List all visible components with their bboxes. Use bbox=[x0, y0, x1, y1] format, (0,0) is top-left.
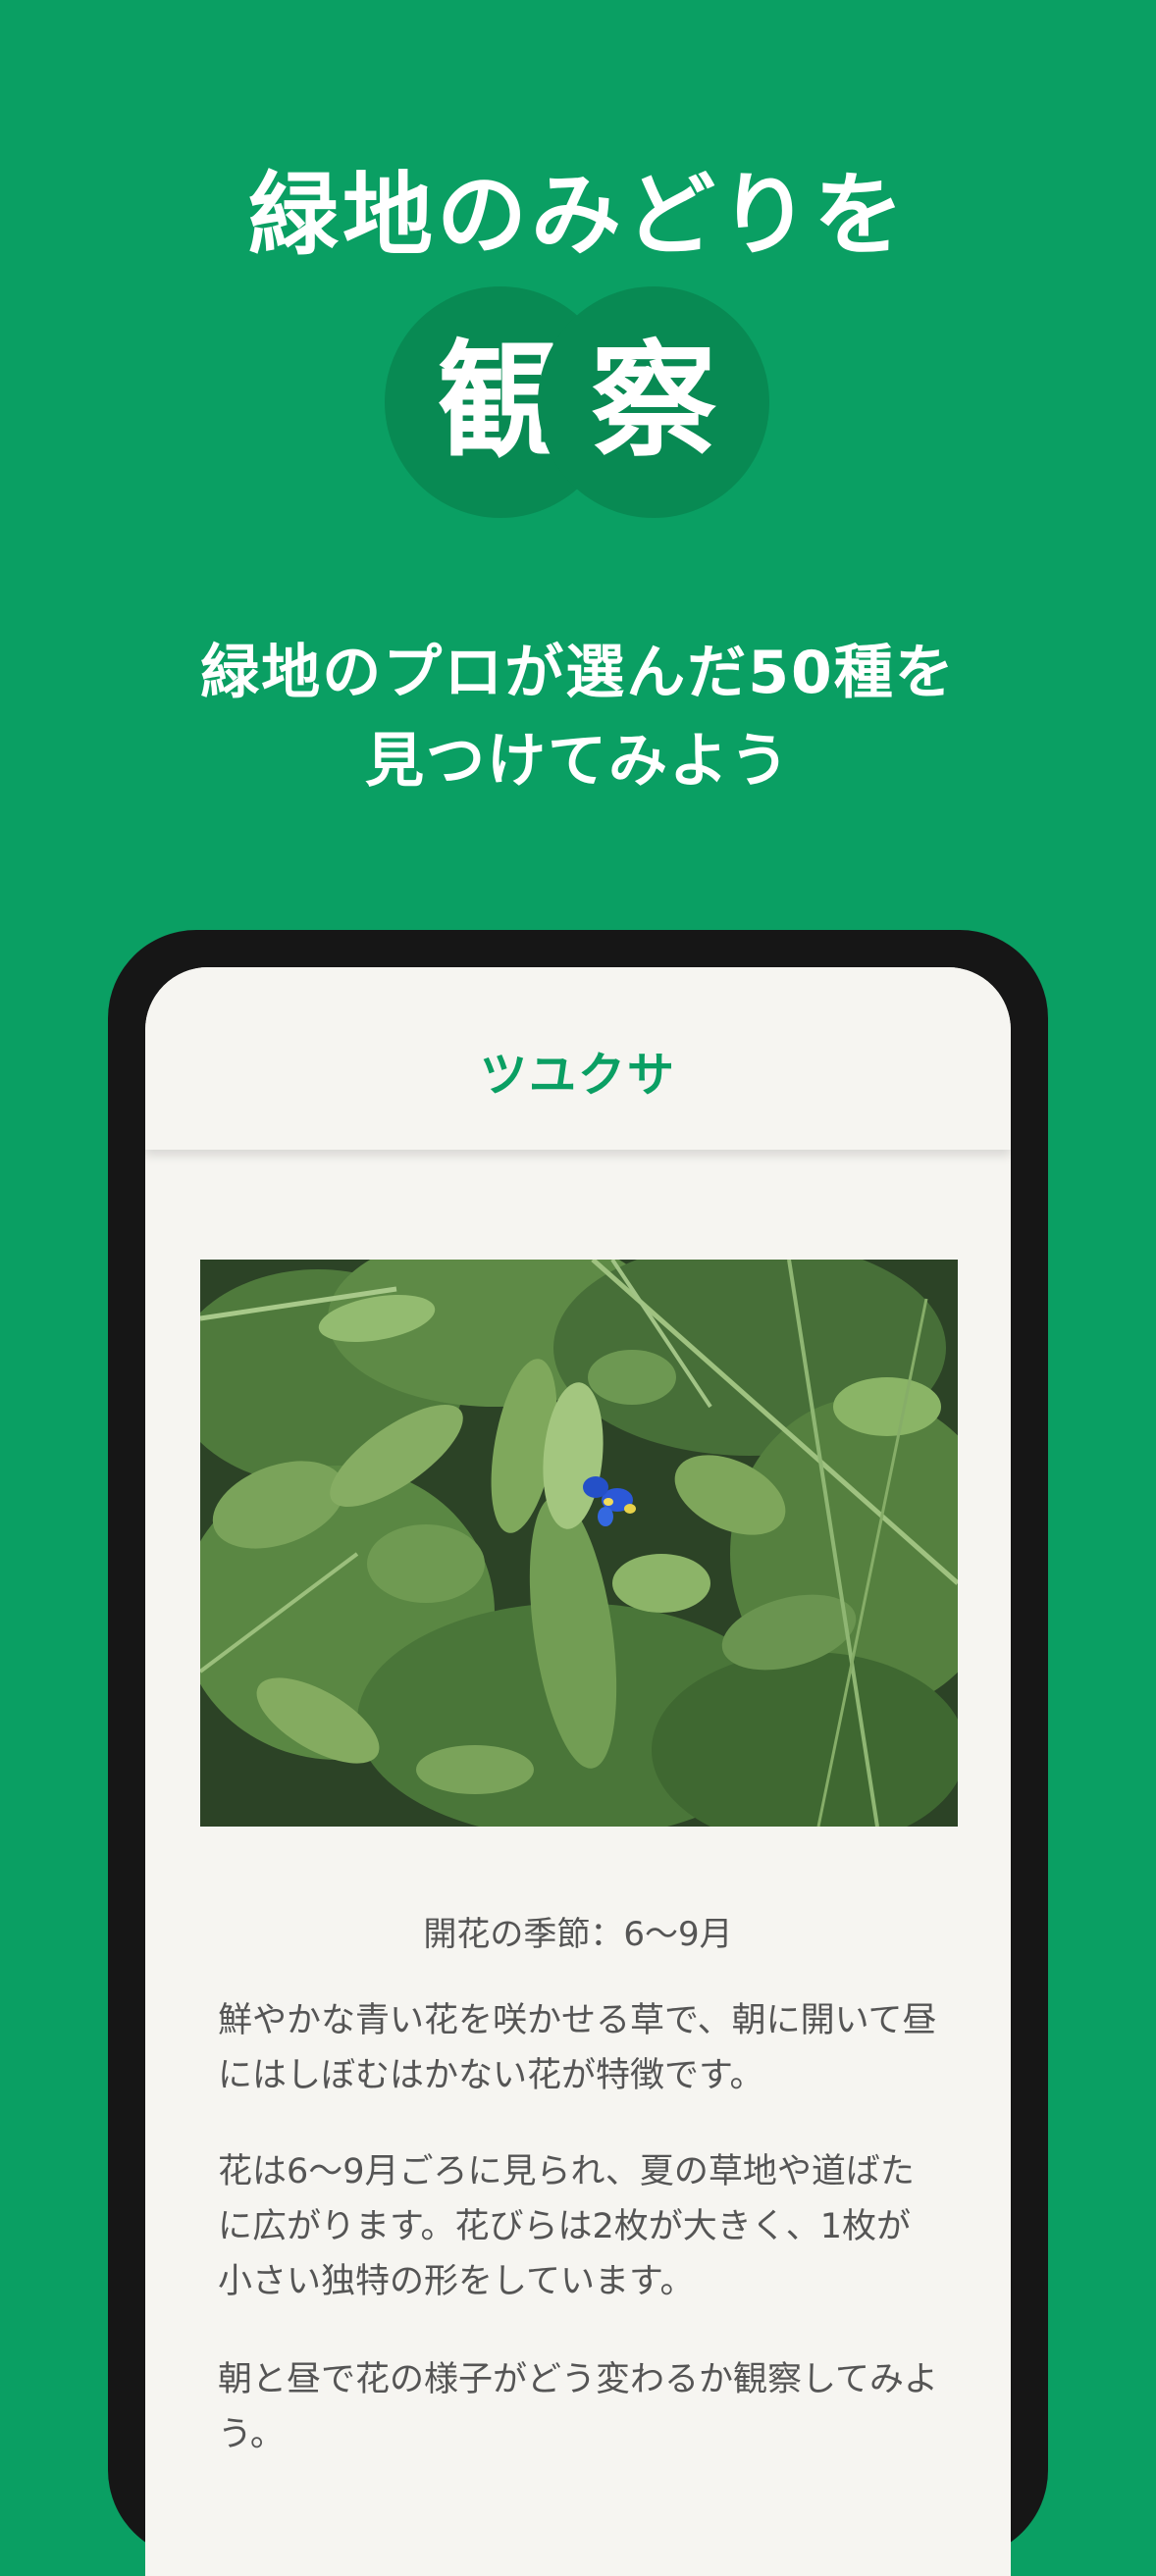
hero-headline: 緑地のみどりを bbox=[247, 163, 908, 268]
plant-photo-illustration bbox=[200, 1260, 958, 1827]
description-paragraph: 花は6〜9月ごろに見られ、夏の草地や道ばたに広がります。花びらは2枚が大きく、1… bbox=[218, 2152, 915, 2301]
plant-photo bbox=[200, 1260, 958, 1827]
headline-char-2: 察 bbox=[590, 329, 716, 475]
phone-mockup: ツユクサ 開花の季節：6〜9月 鮮やかな青い花を咲かせる草で、朝に開いて昼にはし… bbox=[108, 930, 1048, 2576]
description-paragraph: 鮮やかな青い花を咲かせる草で、朝に開いて昼にはしぼむはかない花が特徴です。 bbox=[218, 2001, 937, 2095]
headline-circle-right: 察 bbox=[538, 286, 769, 518]
page-title: ツユクサ bbox=[479, 1048, 676, 1103]
app-bar: ツユクサ bbox=[145, 967, 1011, 1150]
description-paragraph: 朝と昼で花の様子がどう変わるか観察してみよう。 bbox=[218, 2360, 938, 2454]
phone-screen: ツユクサ 開花の季節：6〜9月 鮮やかな青い花を咲かせる草で、朝に開いて昼にはし… bbox=[145, 967, 1011, 2576]
hero-subline-1: 緑地のプロが選んだ50種を bbox=[200, 639, 956, 707]
hero-subline-2: 見つけてみよう bbox=[365, 727, 791, 796]
flowering-season: 開花の季節：6〜9月 bbox=[423, 1915, 733, 1954]
